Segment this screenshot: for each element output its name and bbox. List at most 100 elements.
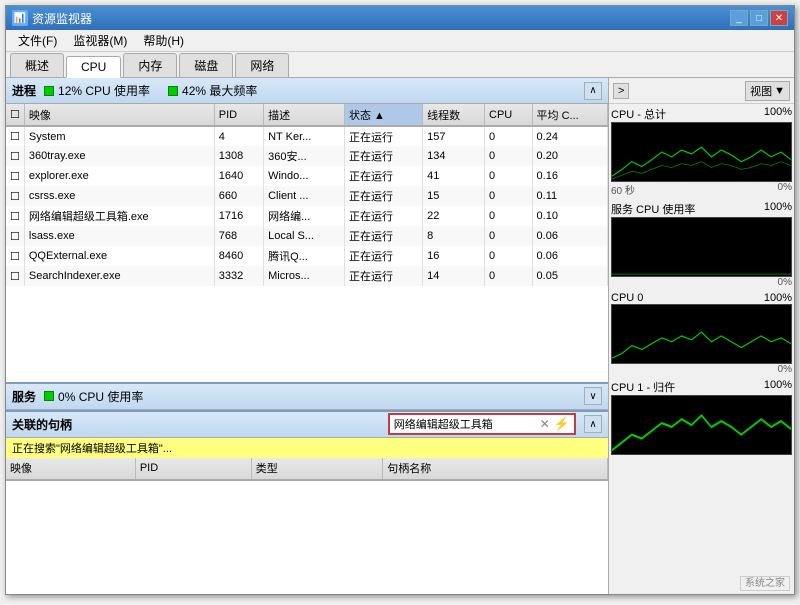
row-avg: 0.06 bbox=[532, 226, 607, 246]
expand-icon: > bbox=[618, 85, 624, 97]
tab-memory[interactable]: 内存 bbox=[123, 53, 177, 77]
row-pid: 1640 bbox=[214, 166, 263, 186]
row-image: lsass.exe bbox=[24, 226, 214, 246]
table-row[interactable]: ☐ explorer.exe 1640 Windo... 正在运行 41 0 0… bbox=[6, 166, 608, 186]
row-desc: 腾讯Q... bbox=[264, 246, 345, 266]
max-freq-label: 42% 最大频率 bbox=[182, 82, 257, 99]
menu-help[interactable]: 帮助(H) bbox=[135, 30, 192, 51]
col-h-image[interactable]: 映像 bbox=[6, 458, 135, 480]
table-row[interactable]: ☐ lsass.exe 768 Local S... 正在运行 8 0 0.06 bbox=[6, 226, 608, 246]
left-panel: 进程 12% CPU 使用率 42% 最大频率 ∧ bbox=[6, 78, 609, 594]
row-pid: 1308 bbox=[214, 146, 263, 166]
graph-service-cpu-max: 100% bbox=[764, 201, 792, 217]
search-input[interactable] bbox=[394, 418, 536, 430]
services-cpu-label: 0% CPU 使用率 bbox=[58, 388, 143, 405]
col-h-name[interactable]: 句柄名称 bbox=[383, 458, 608, 480]
row-check[interactable]: ☐ bbox=[6, 246, 24, 266]
row-status: 正在运行 bbox=[344, 186, 422, 206]
graph-cpu1-max: 100% bbox=[764, 379, 792, 395]
tab-network[interactable]: 网络 bbox=[235, 53, 289, 77]
row-threads: 22 bbox=[423, 206, 485, 226]
tab-cpu[interactable]: CPU bbox=[66, 56, 121, 78]
table-row[interactable]: ☐ SearchIndexer.exe 3332 Micros... 正在运行 … bbox=[6, 266, 608, 286]
row-threads: 41 bbox=[423, 166, 485, 186]
table-row[interactable]: ☐ csrss.exe 660 Client ... 正在运行 15 0 0.1… bbox=[6, 186, 608, 206]
row-check[interactable]: ☐ bbox=[6, 206, 24, 226]
row-desc: 网络编... bbox=[264, 206, 345, 226]
row-pid: 3332 bbox=[214, 266, 263, 286]
graph-cpu1-canvas bbox=[611, 395, 792, 455]
col-avg[interactable]: 平均 C... bbox=[532, 104, 607, 126]
handles-data-table: 映像 PID 类型 句柄名称 bbox=[6, 458, 608, 481]
row-check[interactable]: ☐ bbox=[6, 166, 24, 186]
row-avg: 0.20 bbox=[532, 146, 607, 166]
table-row[interactable]: ☐ System 4 NT Ker... 正在运行 157 0 0.24 bbox=[6, 126, 608, 146]
row-check[interactable]: ☐ bbox=[6, 186, 24, 206]
row-check[interactable]: ☐ bbox=[6, 146, 24, 166]
row-check[interactable]: ☐ bbox=[6, 226, 24, 246]
col-check[interactable]: ☐ bbox=[6, 104, 24, 126]
col-pid[interactable]: PID bbox=[214, 104, 263, 126]
row-check[interactable]: ☐ bbox=[6, 266, 24, 286]
services-header-right: ∨ bbox=[584, 387, 602, 405]
search-clear-btn[interactable]: ✕ bbox=[540, 417, 550, 431]
search-lightning-icon[interactable]: ⚡ bbox=[554, 416, 570, 432]
max-freq-indicator: 42% 最大频率 bbox=[168, 82, 257, 99]
graph-cpu0-canvas bbox=[611, 304, 792, 364]
green-dot-2 bbox=[168, 86, 178, 96]
row-pid: 8460 bbox=[214, 246, 263, 266]
maximize-button[interactable]: □ bbox=[750, 10, 768, 26]
row-image: System bbox=[24, 126, 214, 146]
row-check[interactable]: ☐ bbox=[6, 126, 24, 146]
services-cpu-indicator: 0% CPU 使用率 bbox=[44, 388, 143, 405]
menu-monitor[interactable]: 监视器(M) bbox=[65, 30, 135, 51]
table-row[interactable]: ☐ 网络编辑超级工具箱.exe 1716 网络编... 正在运行 22 0 0.… bbox=[6, 206, 608, 226]
green-dot bbox=[44, 86, 54, 96]
process-collapse-btn[interactable]: ∧ bbox=[584, 82, 602, 100]
row-desc: NT Ker... bbox=[264, 126, 345, 146]
right-panel: > 视图 ▼ CPU - 总计 100% bbox=[609, 78, 794, 594]
graph-service-min: 0% bbox=[778, 277, 792, 288]
row-image: SearchIndexer.exe bbox=[24, 266, 214, 286]
minimize-button[interactable]: _ bbox=[730, 10, 748, 26]
tab-disk[interactable]: 磁盘 bbox=[179, 53, 233, 77]
row-image: explorer.exe bbox=[24, 166, 214, 186]
graph-service-cpu: 服务 CPU 使用率 100% 0% bbox=[611, 201, 792, 288]
main-window: 📊 资源监视器 _ □ ✕ 文件(F) 监视器(M) 帮助(H) 概述 CPU … bbox=[5, 5, 795, 595]
row-cpu: 0 bbox=[485, 126, 533, 146]
col-h-pid[interactable]: PID bbox=[135, 458, 251, 480]
row-status: 正在运行 bbox=[344, 226, 422, 246]
process-title: 进程 bbox=[12, 82, 36, 99]
services-collapse-btn[interactable]: ∨ bbox=[584, 387, 602, 405]
process-table: ☐ 映像 PID 描述 状态 ▲ 线程数 CPU 平均 C... bbox=[6, 104, 608, 382]
close-button[interactable]: ✕ bbox=[770, 10, 788, 26]
row-threads: 8 bbox=[423, 226, 485, 246]
graph-cpu-total-min: 0% bbox=[778, 182, 792, 197]
table-row[interactable]: ☐ QQExternal.exe 8460 腾讯Q... 正在运行 16 0 0… bbox=[6, 246, 608, 266]
process-section: 进程 12% CPU 使用率 42% 最大频率 ∧ bbox=[6, 78, 608, 384]
view-btn[interactable]: 视图 ▼ bbox=[745, 81, 790, 101]
watermark: 系统之家 bbox=[740, 576, 790, 591]
right-expand-btn[interactable]: > bbox=[613, 83, 629, 99]
tab-overview[interactable]: 概述 bbox=[10, 53, 64, 77]
row-pid: 768 bbox=[214, 226, 263, 246]
row-avg: 0.11 bbox=[532, 186, 607, 206]
handles-collapse-btn[interactable]: ∧ bbox=[584, 415, 602, 433]
search-status: 正在搜索"网络编辑超级工具箱"... bbox=[6, 438, 608, 458]
row-status: 正在运行 bbox=[344, 146, 422, 166]
table-row[interactable]: ☐ 360tray.exe 1308 360安... 正在运行 134 0 0.… bbox=[6, 146, 608, 166]
col-desc[interactable]: 描述 bbox=[264, 104, 345, 126]
col-image[interactable]: 映像 bbox=[24, 104, 214, 126]
row-avg: 0.10 bbox=[532, 206, 607, 226]
row-status: 正在运行 bbox=[344, 126, 422, 146]
row-avg: 0.05 bbox=[532, 266, 607, 286]
col-cpu[interactable]: CPU bbox=[485, 104, 533, 126]
col-status[interactable]: 状态 ▲ bbox=[344, 104, 422, 126]
row-image: csrss.exe bbox=[24, 186, 214, 206]
col-threads[interactable]: 线程数 bbox=[423, 104, 485, 126]
col-h-type[interactable]: 类型 bbox=[251, 458, 382, 480]
row-status: 正在运行 bbox=[344, 206, 422, 226]
watermark-area: 系统之家 bbox=[609, 574, 794, 594]
row-cpu: 0 bbox=[485, 186, 533, 206]
menu-file[interactable]: 文件(F) bbox=[10, 30, 65, 51]
